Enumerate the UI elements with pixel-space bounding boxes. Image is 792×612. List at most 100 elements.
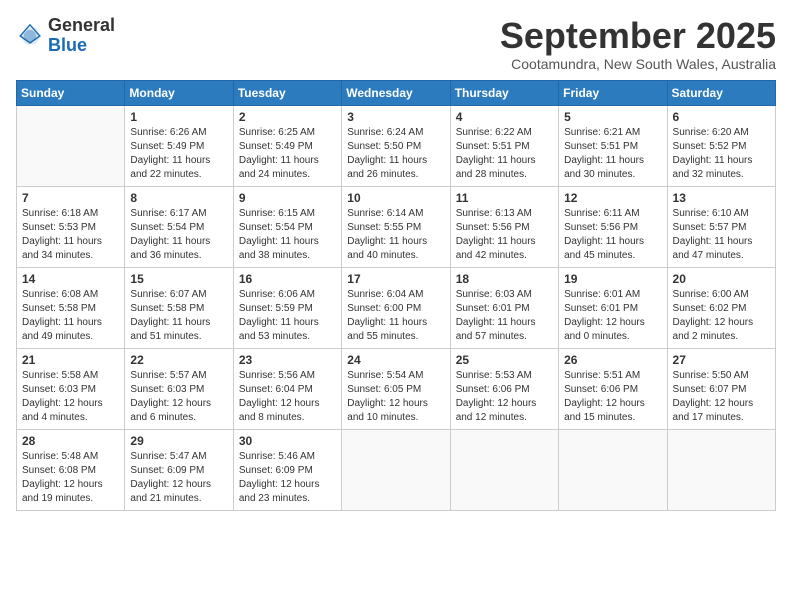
calendar-day-5: 5 Sunrise: 6:21 AMSunset: 5:51 PMDaylight… xyxy=(559,105,667,186)
calendar-header-wednesday: Wednesday xyxy=(342,80,450,105)
calendar-header-sunday: Sunday xyxy=(17,80,125,105)
calendar-day-23: 23 Sunrise: 5:56 AMSunset: 6:04 PMDayligh… xyxy=(233,348,341,429)
day-number: 3 xyxy=(347,110,444,124)
day-number: 10 xyxy=(347,191,444,205)
logo: General Blue xyxy=(16,16,115,56)
day-info: Sunrise: 5:46 AMSunset: 6:09 PMDaylight:… xyxy=(239,450,336,506)
title-block: September 2025 Cootamundra, New South Wa… xyxy=(500,16,776,72)
calendar-header-tuesday: Tuesday xyxy=(233,80,341,105)
day-number: 30 xyxy=(239,434,336,448)
day-info: Sunrise: 6:01 AMSunset: 6:01 PMDaylight:… xyxy=(564,288,661,344)
day-number: 24 xyxy=(347,353,444,367)
page-container: General Blue September 2025 Cootamundra,… xyxy=(16,16,776,511)
calendar-day-28: 28Sunrise: 5:48 AMSunset: 6:08 PMDayligh… xyxy=(17,429,125,510)
calendar-day-21: 21 Sunrise: 5:58 AMSunset: 6:03 PMDayligh… xyxy=(17,348,125,429)
day-info: Sunrise: 6:26 AMSunset: 5:49 PMDaylight:… xyxy=(130,126,227,182)
calendar-day-19: 19 Sunrise: 6:01 AMSunset: 6:01 PMDayligh… xyxy=(559,267,667,348)
day-number: 17 xyxy=(347,272,444,286)
calendar-header-monday: Monday xyxy=(125,80,233,105)
calendar-day-9: 9 Sunrise: 6:15 AMSunset: 5:54 PMDaylight… xyxy=(233,186,341,267)
logo-general: General xyxy=(48,16,115,36)
calendar-day-4: 4 Sunrise: 6:22 AMSunset: 5:51 PMDaylight… xyxy=(450,105,558,186)
day-number: 20 xyxy=(673,272,770,286)
day-info: Sunrise: 6:07 AMSunset: 5:58 PMDaylight:… xyxy=(130,288,227,344)
day-number: 8 xyxy=(130,191,227,205)
day-number: 23 xyxy=(239,353,336,367)
calendar-day-empty-4-3 xyxy=(342,429,450,510)
day-number: 9 xyxy=(239,191,336,205)
calendar-day-13: 13Sunrise: 6:10 AMSunset: 5:57 PMDayligh… xyxy=(667,186,775,267)
day-info: Sunrise: 5:58 AMSunset: 6:03 PMDaylight:… xyxy=(22,369,119,425)
day-number: 27 xyxy=(673,353,770,367)
day-number: 5 xyxy=(564,110,661,124)
calendar-day-10: 10 Sunrise: 6:14 AMSunset: 5:55 PMDayligh… xyxy=(342,186,450,267)
day-info: Sunrise: 5:51 AMSunset: 6:06 PMDaylight:… xyxy=(564,369,661,425)
day-info: Sunrise: 6:00 AMSunset: 6:02 PMDaylight:… xyxy=(673,288,770,344)
day-number: 28 xyxy=(22,434,119,448)
day-info: Sunrise: 6:17 AMSunset: 5:54 PMDaylight:… xyxy=(130,207,227,263)
day-number: 1 xyxy=(130,110,227,124)
day-info: Sunrise: 6:04 AMSunset: 6:00 PMDaylight:… xyxy=(347,288,444,344)
day-number: 18 xyxy=(456,272,553,286)
calendar-week-1: 1 Sunrise: 6:26 AMSunset: 5:49 PMDaylight… xyxy=(17,105,776,186)
calendar-day-7: 7Sunrise: 6:18 AMSunset: 5:53 PMDaylight… xyxy=(17,186,125,267)
day-number: 16 xyxy=(239,272,336,286)
calendar-week-2: 7Sunrise: 6:18 AMSunset: 5:53 PMDaylight… xyxy=(17,186,776,267)
day-number: 12 xyxy=(564,191,661,205)
day-info: Sunrise: 6:06 AMSunset: 5:59 PMDaylight:… xyxy=(239,288,336,344)
calendar-week-5: 28Sunrise: 5:48 AMSunset: 6:08 PMDayligh… xyxy=(17,429,776,510)
day-number: 26 xyxy=(564,353,661,367)
day-info: Sunrise: 5:53 AMSunset: 6:06 PMDaylight:… xyxy=(456,369,553,425)
day-info: Sunrise: 6:21 AMSunset: 5:51 PMDaylight:… xyxy=(564,126,661,182)
calendar-header-thursday: Thursday xyxy=(450,80,558,105)
calendar-day-empty-4-5 xyxy=(559,429,667,510)
calendar-day-24: 24 Sunrise: 5:54 AMSunset: 6:05 PMDayligh… xyxy=(342,348,450,429)
day-number: 19 xyxy=(564,272,661,286)
day-info: Sunrise: 6:15 AMSunset: 5:54 PMDaylight:… xyxy=(239,207,336,263)
calendar-header-friday: Friday xyxy=(559,80,667,105)
calendar-day-25: 25 Sunrise: 5:53 AMSunset: 6:06 PMDayligh… xyxy=(450,348,558,429)
day-info: Sunrise: 6:25 AMSunset: 5:49 PMDaylight:… xyxy=(239,126,336,182)
calendar-day-17: 17 Sunrise: 6:04 AMSunset: 6:00 PMDayligh… xyxy=(342,267,450,348)
calendar-day-26: 26 Sunrise: 5:51 AMSunset: 6:06 PMDayligh… xyxy=(559,348,667,429)
day-info: Sunrise: 6:08 AMSunset: 5:58 PMDaylight:… xyxy=(22,288,119,344)
header: General Blue September 2025 Cootamundra,… xyxy=(16,16,776,72)
calendar-day-3: 3 Sunrise: 6:24 AMSunset: 5:50 PMDaylight… xyxy=(342,105,450,186)
calendar-header-saturday: Saturday xyxy=(667,80,775,105)
day-number: 7 xyxy=(22,191,119,205)
day-number: 4 xyxy=(456,110,553,124)
calendar-day-8: 8 Sunrise: 6:17 AMSunset: 5:54 PMDaylight… xyxy=(125,186,233,267)
day-info: Sunrise: 5:47 AMSunset: 6:09 PMDaylight:… xyxy=(130,450,227,506)
day-info: Sunrise: 5:57 AMSunset: 6:03 PMDaylight:… xyxy=(130,369,227,425)
calendar-day-30: 30 Sunrise: 5:46 AMSunset: 6:09 PMDayligh… xyxy=(233,429,341,510)
day-number: 14 xyxy=(22,272,119,286)
calendar-header-row: SundayMondayTuesdayWednesdayThursdayFrid… xyxy=(17,80,776,105)
day-info: Sunrise: 6:10 AMSunset: 5:57 PMDaylight:… xyxy=(673,207,770,263)
day-info: Sunrise: 6:03 AMSunset: 6:01 PMDaylight:… xyxy=(456,288,553,344)
day-info: Sunrise: 5:54 AMSunset: 6:05 PMDaylight:… xyxy=(347,369,444,425)
calendar-day-1: 1 Sunrise: 6:26 AMSunset: 5:49 PMDaylight… xyxy=(125,105,233,186)
day-info: Sunrise: 5:50 AMSunset: 6:07 PMDaylight:… xyxy=(673,369,770,425)
day-number: 22 xyxy=(130,353,227,367)
day-info: Sunrise: 6:24 AMSunset: 5:50 PMDaylight:… xyxy=(347,126,444,182)
day-info: Sunrise: 5:56 AMSunset: 6:04 PMDaylight:… xyxy=(239,369,336,425)
logo-blue: Blue xyxy=(48,36,115,56)
day-info: Sunrise: 6:14 AMSunset: 5:55 PMDaylight:… xyxy=(347,207,444,263)
subtitle: Cootamundra, New South Wales, Australia xyxy=(500,56,776,72)
calendar-week-3: 14 Sunrise: 6:08 AMSunset: 5:58 PMDayligh… xyxy=(17,267,776,348)
calendar-week-4: 21 Sunrise: 5:58 AMSunset: 6:03 PMDayligh… xyxy=(17,348,776,429)
calendar-day-12: 12Sunrise: 6:11 AMSunset: 5:56 PMDayligh… xyxy=(559,186,667,267)
day-info: Sunrise: 6:22 AMSunset: 5:51 PMDaylight:… xyxy=(456,126,553,182)
day-number: 6 xyxy=(673,110,770,124)
calendar-day-empty-0-0 xyxy=(17,105,125,186)
calendar-day-6: 6 Sunrise: 6:20 AMSunset: 5:52 PMDaylight… xyxy=(667,105,775,186)
calendar-day-16: 16 Sunrise: 6:06 AMSunset: 5:59 PMDayligh… xyxy=(233,267,341,348)
day-info: Sunrise: 6:13 AMSunset: 5:56 PMDaylight:… xyxy=(456,207,553,263)
calendar-day-22: 22 Sunrise: 5:57 AMSunset: 6:03 PMDayligh… xyxy=(125,348,233,429)
day-info: Sunrise: 6:20 AMSunset: 5:52 PMDaylight:… xyxy=(673,126,770,182)
day-number: 21 xyxy=(22,353,119,367)
calendar-day-29: 29Sunrise: 5:47 AMSunset: 6:09 PMDayligh… xyxy=(125,429,233,510)
day-number: 25 xyxy=(456,353,553,367)
calendar-day-14: 14 Sunrise: 6:08 AMSunset: 5:58 PMDayligh… xyxy=(17,267,125,348)
calendar-day-empty-4-6 xyxy=(667,429,775,510)
